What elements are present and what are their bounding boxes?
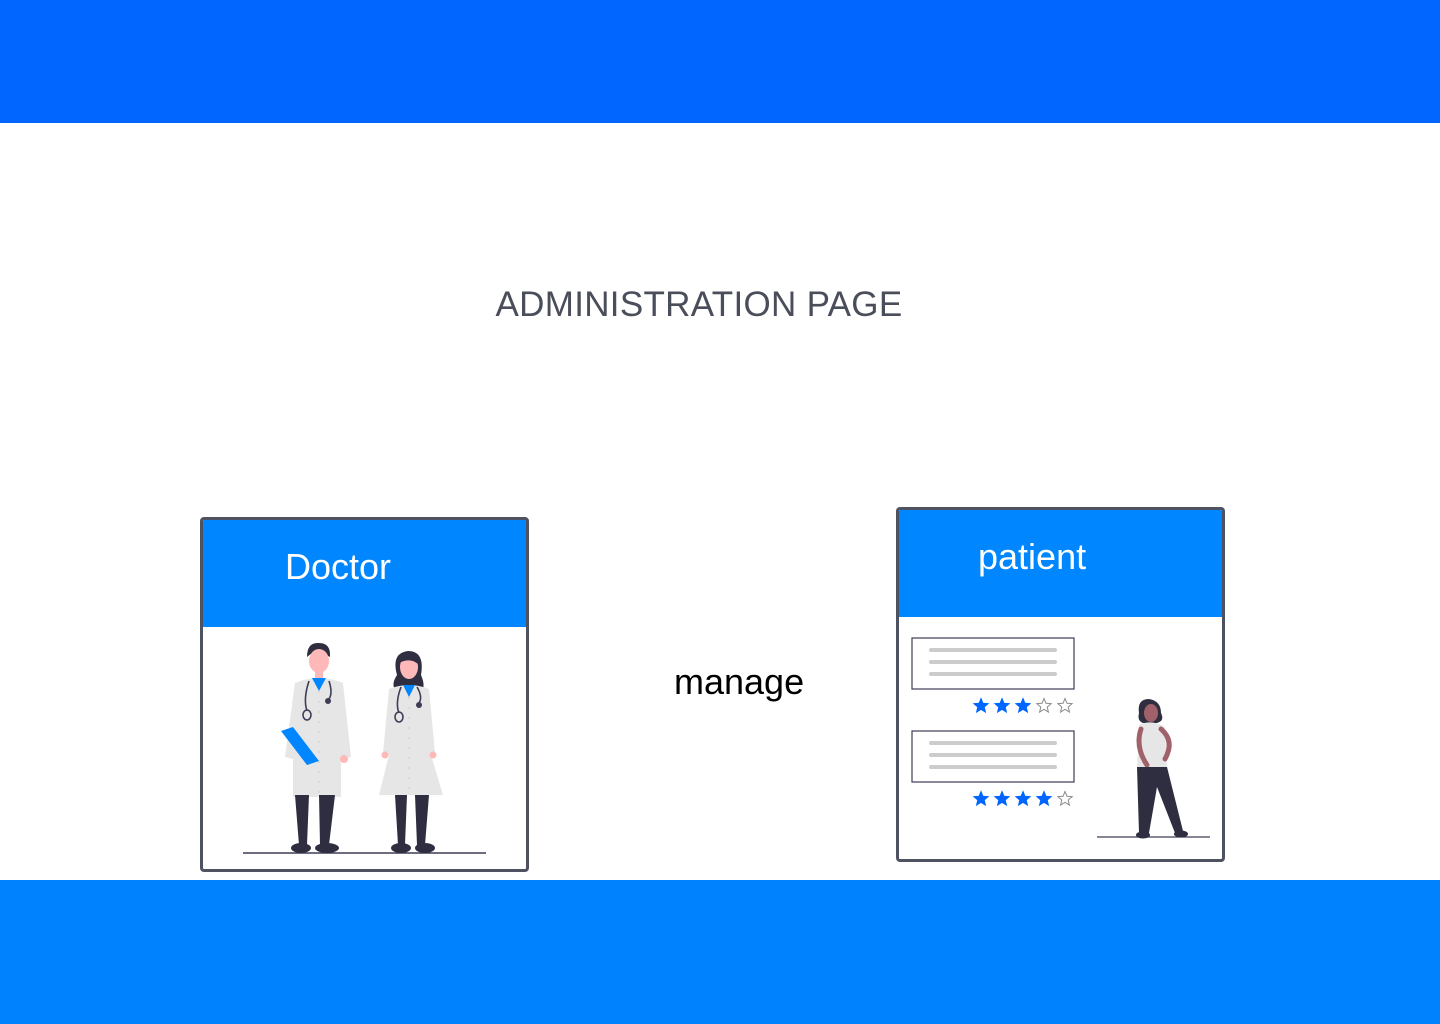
star-empty-icon	[1035, 697, 1053, 714]
star-filled-icon	[993, 790, 1011, 807]
review-2-star-rating	[972, 790, 1074, 807]
patient-card-header: patient	[899, 510, 1222, 617]
top-header-bar	[0, 0, 1440, 123]
star-filled-icon	[972, 697, 990, 714]
page-title: ADMINISTRATION PAGE	[495, 285, 903, 324]
admin-page: ADMINISTRATION PAGE Doctor manage patien…	[0, 0, 1440, 1024]
star-filled-icon	[1014, 790, 1032, 807]
star-filled-icon	[972, 790, 990, 807]
male-doctor-figure	[281, 642, 351, 853]
review-card-2	[911, 730, 1075, 783]
star-empty-icon	[1056, 790, 1074, 807]
manage-label: manage	[674, 661, 805, 702]
star-filled-icon	[993, 697, 1011, 714]
doctor-card-header: Doctor	[203, 520, 526, 627]
doctor-card[interactable]: Doctor	[200, 517, 529, 872]
doctors-illustration	[243, 642, 486, 854]
doctor-card-title: Doctor	[285, 546, 392, 587]
review-card-1	[911, 637, 1075, 690]
star-filled-icon	[1035, 790, 1053, 807]
patient-figure	[1136, 699, 1188, 839]
patient-card-title: patient	[978, 536, 1087, 577]
bottom-footer-bar	[0, 880, 1440, 1024]
patient-card[interactable]: patient	[896, 507, 1225, 862]
review-1-star-rating	[972, 697, 1074, 714]
star-filled-icon	[1014, 697, 1032, 714]
female-doctor-figure	[379, 651, 443, 853]
star-empty-icon	[1056, 697, 1074, 714]
patient-reviews-illustration	[911, 637, 1210, 839]
